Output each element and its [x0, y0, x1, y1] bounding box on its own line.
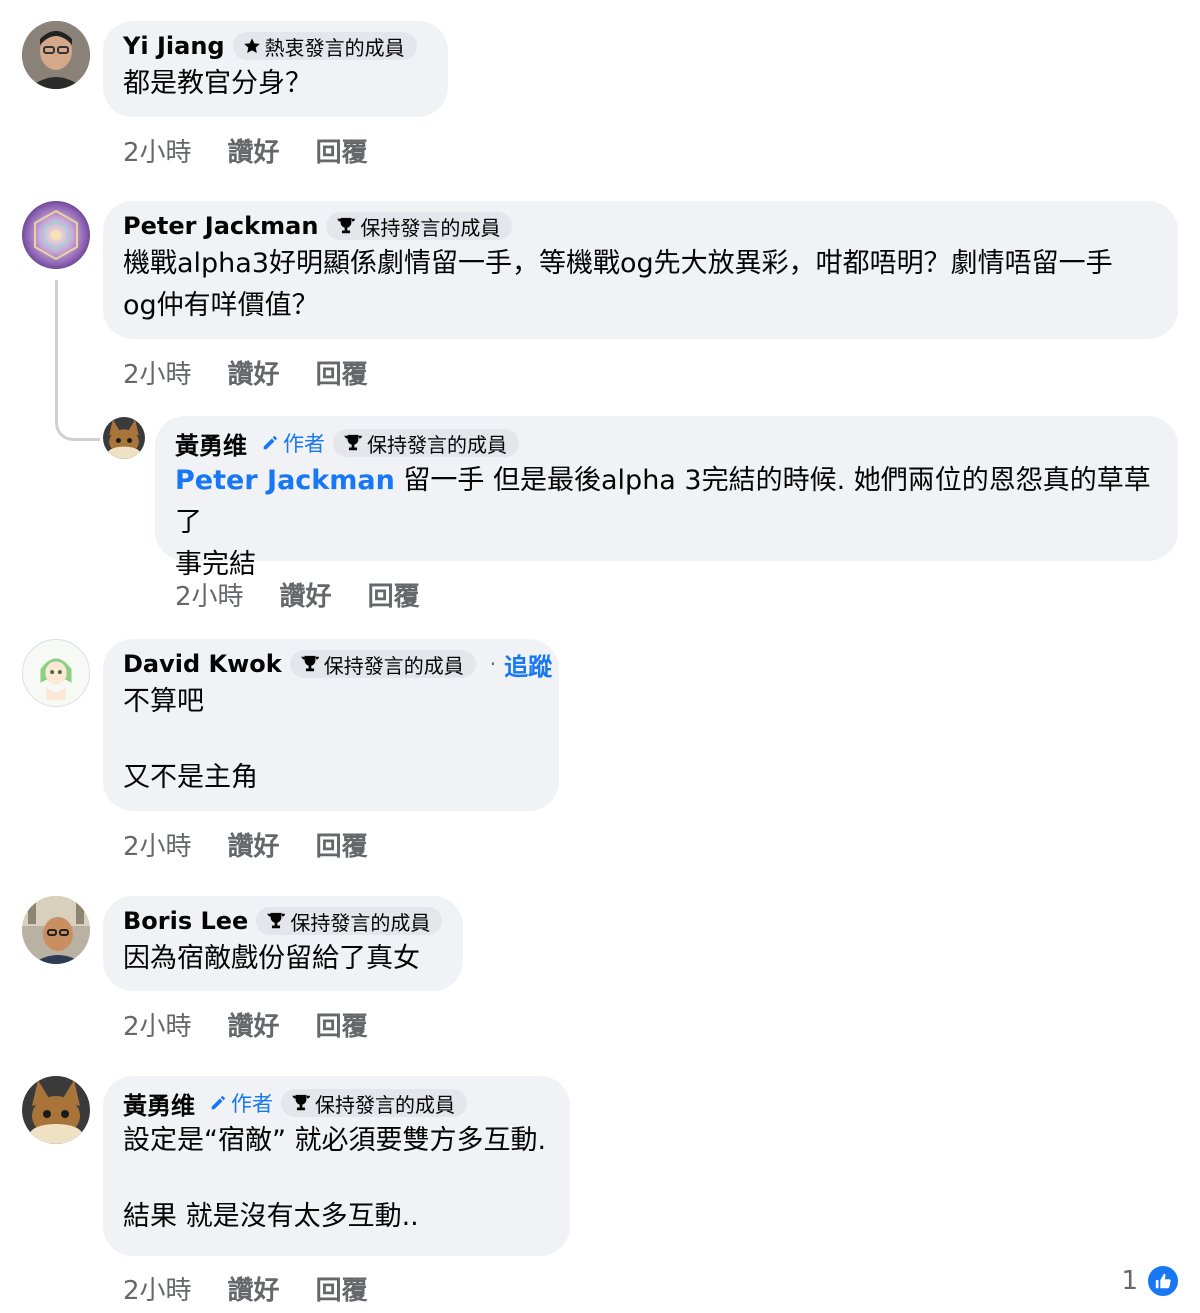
member-badge[interactable]: 熱衷發言的成員 — [232, 32, 417, 60]
trophy-icon — [344, 434, 362, 451]
trophy-icon — [337, 217, 356, 234]
like-button[interactable]: 讚好 — [228, 132, 280, 169]
member-badge-label: 保持發言的成員 — [323, 653, 464, 678]
comment-text: 都是教官分身？ — [123, 68, 312, 99]
comment-text-line: 機戰alpha3好明顯係劇情留一手，等機戰og先大放異彩，咁都唔明？劇情唔留一手 — [123, 248, 1113, 279]
reply-button[interactable]: 回覆 — [316, 132, 368, 169]
comment-text-line: 結果 就是沒有太多互動.. — [123, 1201, 419, 1232]
like-button[interactable]: 讚好 — [228, 1006, 280, 1043]
avatar[interactable] — [22, 896, 90, 964]
member-badge[interactable]: 保持發言的成員 — [289, 650, 476, 678]
author-label: 作者 — [261, 428, 325, 458]
comment-actions: 2小時 讚好 回覆 — [123, 1270, 404, 1307]
comment-actions: 2小時 讚好 回覆 — [123, 132, 404, 169]
comment-bubble: Boris Lee 保持發言的成員 因為宿敵戲份留給了真女 — [103, 896, 463, 991]
timestamp[interactable]: 2小時 — [123, 354, 192, 391]
timestamp[interactable]: 2小時 — [123, 1270, 192, 1307]
reply-button[interactable]: 回覆 — [368, 576, 420, 613]
mandala-avatar-icon — [22, 201, 90, 269]
reply-button[interactable]: 回覆 — [316, 1270, 368, 1307]
comment-text-line — [123, 723, 539, 757]
comment-text-line: Peter Jackman 留一手 但是最後alpha 3完結的時候. 她們兩位… — [175, 460, 1158, 544]
member-badge[interactable]: 保持發言的成員 — [326, 212, 513, 240]
comment-text-line: 不算吧 — [123, 686, 204, 717]
reaction-summary[interactable]: 1 — [1121, 1264, 1180, 1298]
reply-button[interactable]: 回覆 — [316, 354, 368, 391]
trophy-icon — [300, 655, 319, 672]
timestamp[interactable]: 2小時 — [123, 1006, 192, 1043]
comment-text-line — [123, 1162, 550, 1196]
timestamp[interactable]: 2小時 — [175, 576, 244, 613]
comment-actions: 2小時 讚好 回覆 — [175, 576, 456, 613]
pencil-icon — [263, 435, 278, 450]
member-badge[interactable]: 保持發言的成員 — [281, 1089, 467, 1117]
member-badge-label: 保持發言的成員 — [315, 1092, 455, 1117]
comment-actions: 2小時 讚好 回覆 — [123, 354, 404, 391]
reply-bubble: 黃勇维 作者 保持發言的成員 Peter Jackman 留一手 但是最後alp… — [155, 416, 1178, 580]
member-badge-label: 保持發言的成員 — [290, 910, 431, 935]
comment-text-line: 設定是“宿敵” 就必須要雙方多互動. — [123, 1125, 547, 1156]
author-label-text: 作者 — [231, 1092, 273, 1116]
reply-button[interactable]: 回覆 — [316, 826, 368, 863]
comment-bubble: David Kwok 保持發言的成員 · 追蹤 不算吧 又不是主角 — [103, 639, 559, 811]
comment-text-line: 又不是主角 — [123, 762, 258, 793]
author-label: 作者 — [209, 1088, 273, 1118]
follow-button[interactable]: 追蹤 — [504, 647, 552, 682]
commenter-name[interactable]: 黃勇维 — [123, 1086, 195, 1121]
avatar[interactable] — [22, 639, 90, 707]
like-button[interactable]: 讚好 — [280, 576, 332, 613]
avatar[interactable] — [22, 201, 90, 269]
timestamp[interactable]: 2小時 — [123, 132, 192, 169]
commenter-name[interactable]: 黃勇维 — [175, 426, 247, 461]
like-icon — [1146, 1264, 1180, 1298]
comment-actions: 2小時 讚好 回覆 — [123, 1006, 404, 1043]
reaction-count: 1 — [1121, 1266, 1138, 1296]
like-button[interactable]: 讚好 — [228, 1270, 280, 1307]
member-badge[interactable]: 保持發言的成員 — [333, 429, 519, 457]
star-icon — [243, 38, 260, 54]
pencil-icon — [211, 1095, 226, 1110]
user-photo-icon — [22, 21, 90, 89]
eevee-avatar-icon — [22, 1076, 90, 1144]
like-button[interactable]: 讚好 — [228, 826, 280, 863]
member-badge-label: 熱衷發言的成員 — [264, 35, 405, 60]
comment-bubble: Peter Jackman 保持發言的成員 機戰alpha3好明顯係劇情留一手，… — [103, 201, 1178, 339]
reply-button[interactable]: 回覆 — [316, 1006, 368, 1043]
separator-dot: · — [489, 652, 497, 676]
author-label-text: 作者 — [283, 432, 325, 456]
thread-connector — [55, 280, 100, 441]
timestamp[interactable]: 2小時 — [123, 826, 192, 863]
mention-link[interactable]: Peter Jackman — [175, 465, 395, 496]
avatar[interactable] — [22, 1076, 90, 1144]
user-photo-icon — [22, 896, 90, 964]
trophy-icon — [292, 1094, 310, 1111]
member-badge-label: 保持發言的成員 — [360, 215, 501, 240]
commenter-name[interactable]: David Kwok — [123, 650, 282, 678]
member-badge[interactable]: 保持發言的成員 — [256, 907, 443, 935]
member-badge-label: 保持發言的成員 — [367, 432, 507, 457]
commenter-name[interactable]: Peter Jackman — [123, 212, 318, 240]
comment-bubble: Yi Jiang 熱衷發言的成員 都是教官分身？ — [103, 21, 448, 117]
like-button[interactable]: 讚好 — [228, 354, 280, 391]
commenter-name[interactable]: Yi Jiang — [123, 32, 225, 60]
comment-text-line: og仲有咩價值？ — [123, 290, 319, 321]
avatar[interactable] — [103, 417, 145, 459]
avatar[interactable] — [22, 21, 90, 89]
eevee-avatar-icon — [103, 417, 145, 459]
trophy-icon — [267, 912, 286, 929]
comment-actions: 2小時 讚好 回覆 — [123, 826, 404, 863]
comment-text: 因為宿敵戲份留給了真女 — [123, 943, 420, 974]
comment-bubble: 黃勇维 作者 保持發言的成員 設定是“宿敵” 就必須要雙方多互動. 結果 就是沒… — [103, 1076, 570, 1256]
commenter-name[interactable]: Boris Lee — [123, 907, 248, 935]
anime-avatar-icon — [23, 640, 89, 706]
